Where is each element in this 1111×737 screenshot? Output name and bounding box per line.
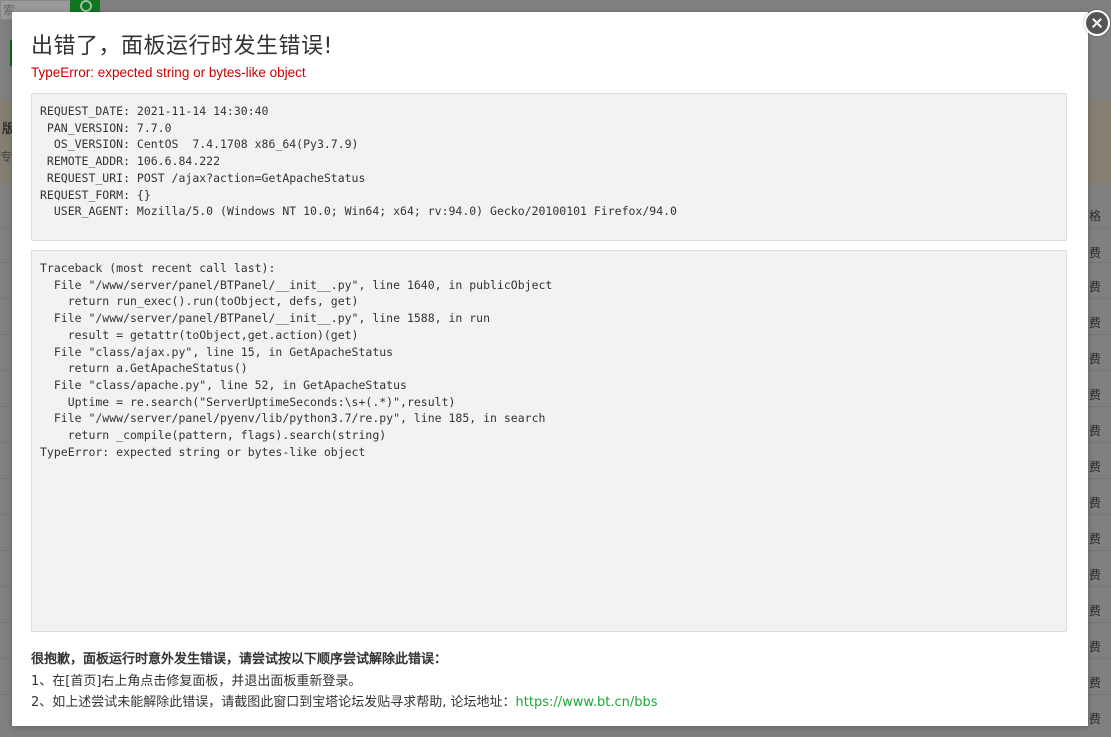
traceback-line: Traceback (most recent call last): — [40, 261, 276, 275]
help-title: 很抱歉，面板运行时意外发生错误，请尝试按以下顺序尝试解除此错误： — [31, 652, 448, 667]
traceback-line: TypeError: expected string or bytes-like… — [40, 444, 366, 459]
request-info-line: REQUEST_FORM: {} — [40, 187, 151, 202]
request-info-line: REQUEST_URI: POST /ajax?action=GetApache… — [40, 170, 366, 185]
close-icon[interactable] — [1084, 10, 1110, 36]
traceback-box: Traceback (most recent call last): File … — [31, 250, 1067, 632]
background-column-item: 费 — [1089, 604, 1102, 618]
background-column-item: 费 — [1089, 496, 1102, 510]
traceback-line: File "/www/server/panel/BTPanel/__init__… — [40, 311, 491, 326]
traceback-line: File "/www/server/panel/BTPanel/__init__… — [40, 277, 553, 292]
background-column-item: 费 — [1089, 246, 1102, 260]
help-step-2-text: 2、如上述尝试未能解除此错误，请截图此窗口到宝塔论坛发贴寻求帮助, 论坛地址： — [31, 695, 516, 710]
request-info-line: REMOTE_ADDR: 106.6.84.222 — [40, 154, 221, 169]
traceback-line: result = getattr(toObject,get.action)(ge… — [40, 327, 359, 342]
traceback-line: return _compile(pattern, flags).search(s… — [40, 428, 387, 443]
request-info-line: PAN_VERSION: 7.7.0 — [40, 120, 172, 135]
traceback-line: File "/www/server/panel/pyenv/lib/python… — [40, 411, 546, 426]
help-step-2: 2、如上述尝试未能解除此错误，请截图此窗口到宝塔论坛发贴寻求帮助, 论坛地址：h… — [31, 691, 658, 710]
background-column-item: 费 — [1089, 460, 1102, 474]
traceback-line: Uptime = re.search("ServerUptimeSeconds:… — [40, 394, 456, 409]
forum-link[interactable]: https://www.bt.cn/bbs — [516, 695, 658, 710]
request-info-line: REQUEST_DATE: 2021-11-14 14:30:40 — [40, 104, 269, 118]
traceback-line: return run_exec().run(toObject, defs, ge… — [40, 294, 359, 309]
background-column-item: 费 — [1089, 352, 1102, 366]
request-info-box: REQUEST_DATE: 2021-11-14 14:30:40 PAN_VE… — [31, 93, 1067, 241]
background-column-item: 费 — [1089, 388, 1102, 402]
dialog-title: 出错了，面板运行时发生错误! — [31, 34, 333, 59]
help-step-1: 1、在[首页]右上角点击修复面板，并退出面板重新登录。 — [31, 674, 362, 689]
traceback-line: File "class/apache.py", line 52, in GetA… — [40, 377, 407, 392]
request-info-line: USER_AGENT: Mozilla/5.0 (Windows NT 10.0… — [40, 204, 677, 219]
traceback-line: return a.GetApacheStatus() — [40, 361, 248, 376]
background-column-item: 费 — [1089, 316, 1102, 330]
background-column-item: 费 — [1089, 676, 1102, 690]
background-column-item: 费 — [1089, 532, 1102, 546]
background-column-item: 费 — [1089, 640, 1102, 654]
error-dialog: 出错了，面板运行时发生错误! TypeError: expected strin… — [12, 10, 1110, 726]
background-column-item: 费 — [1089, 568, 1102, 582]
background-column-item: 费 — [1089, 424, 1102, 438]
error-message: TypeError: expected string or bytes-like… — [31, 65, 306, 80]
background-column-item: 费 — [1089, 280, 1102, 294]
request-info-line: OS_VERSION: CentOS 7.4.1708 x86_64(Py3.7… — [40, 137, 359, 152]
background-column-item: 费 — [1089, 712, 1102, 726]
traceback-line: File "class/ajax.py", line 15, in GetApa… — [40, 344, 394, 359]
background-column-header: 格 — [1089, 209, 1102, 223]
